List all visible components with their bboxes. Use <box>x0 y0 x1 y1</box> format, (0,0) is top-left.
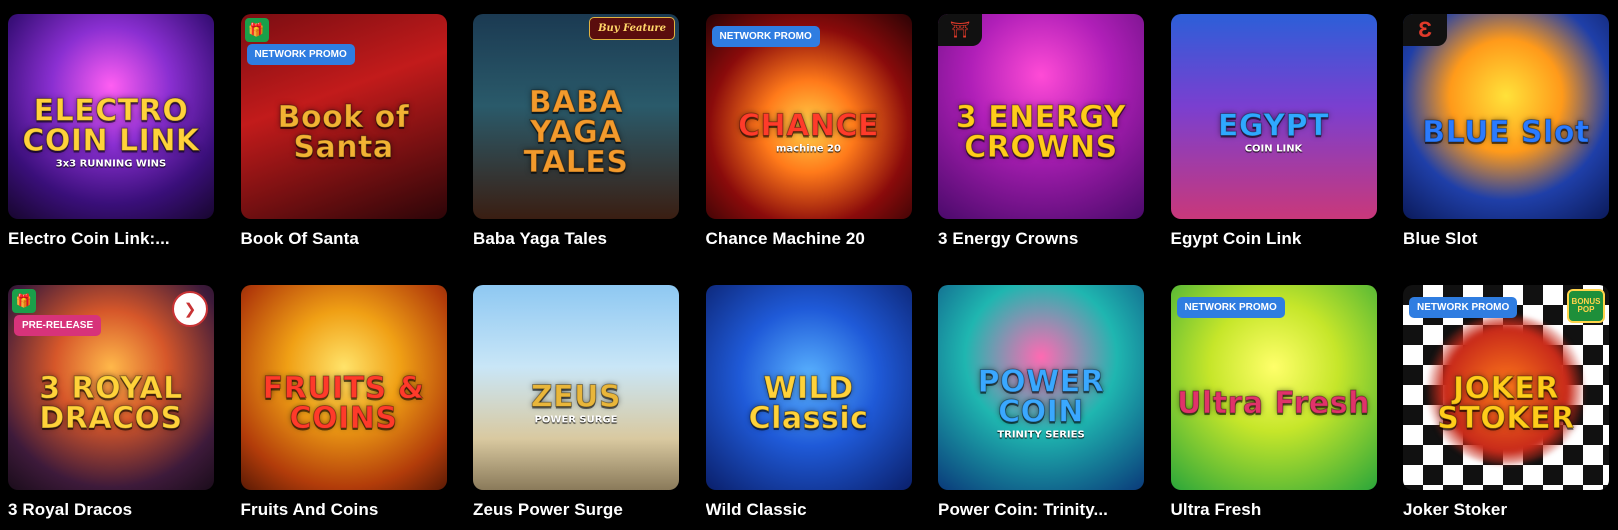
game-title[interactable]: Fruits And Coins <box>241 500 447 520</box>
game-logo: BABA YAGA TALES <box>473 84 679 180</box>
game-card[interactable]: JOKER STOKER NETWORK PROMO BONUS POP Joker … <box>1403 285 1609 520</box>
game-thumbnail[interactable]: 3 ENERGY CROWNS ⛩ <box>938 14 1144 219</box>
game-grid: ELECTRO COIN LINK 3x3 RUNNING WINS Electro… <box>8 14 1609 520</box>
game-logo-text: Book of Santa <box>277 99 410 165</box>
game-thumbnail[interactable]: BLUE Slot Ɛ <box>1403 14 1609 219</box>
game-card[interactable]: ELECTRO COIN LINK 3x3 RUNNING WINS Electro… <box>8 14 214 249</box>
bonus-pop-badge: BONUS POP <box>1567 289 1605 323</box>
game-logo: JOKER STOKER <box>1403 370 1609 436</box>
game-card[interactable]: ZEUS POWER SURGE Zeus Power Surge <box>473 285 679 520</box>
game-card[interactable]: Book of Santa NETWORK PROMO 🎁 Book Of Santa <box>240 14 447 249</box>
game-card[interactable]: CHANCE machine 20 NETWORK PROMO Chance Mach… <box>705 14 912 249</box>
game-logo: FRUITS & COINS <box>241 370 447 436</box>
game-thumbnail[interactable]: Ultra Fresh NETWORK PROMO <box>1170 285 1377 490</box>
game-title[interactable]: Book Of Santa <box>241 229 447 249</box>
game-logo-text: JOKER STOKER <box>1437 370 1575 436</box>
game-card[interactable]: Ultra Fresh NETWORK PROMO Ultra Fresh <box>1170 285 1377 520</box>
provider-arrow-icon: ❯ <box>172 291 208 327</box>
game-logo-text: POWER COIN <box>977 364 1105 430</box>
game-thumbnail[interactable]: JOKER STOKER NETWORK PROMO BONUS POP <box>1403 285 1609 490</box>
game-logo-text: Ultra Fresh <box>1177 385 1370 421</box>
network-promo-badge: NETWORK PROMO <box>246 44 355 65</box>
game-title[interactable]: 3 Energy Crowns <box>938 229 1144 249</box>
game-thumbnail[interactable]: 3 ROYAL DRACOS PRE-RELEASE 🎁 ❯ <box>8 285 214 490</box>
game-title[interactable]: Egypt Coin Link <box>1171 229 1377 249</box>
game-card[interactable]: WILD Classic Wild Classic <box>705 285 912 520</box>
game-logo-text: BABA YAGA TALES <box>523 84 629 180</box>
game-logo: POWER COIN TRINITY SERIES <box>938 364 1144 441</box>
game-title[interactable]: Blue Slot <box>1403 229 1609 249</box>
network-promo-badge: NETWORK PROMO <box>1176 297 1285 318</box>
game-title[interactable]: Ultra Fresh <box>1171 500 1377 520</box>
gift-icon: 🎁 <box>244 18 269 42</box>
game-card[interactable]: 3 ROYAL DRACOS PRE-RELEASE 🎁 ❯ 3 Royal Draco… <box>8 285 214 520</box>
game-logo: 3 ENERGY CROWNS <box>938 99 1144 165</box>
game-title[interactable]: Joker Stoker <box>1403 500 1609 520</box>
game-logo: ZEUS POWER SURGE <box>473 379 679 426</box>
game-thumbnail[interactable]: Book of Santa NETWORK PROMO 🎁 <box>240 14 447 219</box>
game-logo-text: BLUE Slot <box>1422 114 1590 150</box>
game-thumbnail[interactable]: ZEUS POWER SURGE <box>473 285 679 490</box>
game-logo-text: EGYPT <box>1217 108 1330 144</box>
game-logo: BLUE Slot <box>1403 114 1609 150</box>
gift-icon: 🎁 <box>12 289 36 313</box>
network-promo-badge: NETWORK PROMO <box>711 26 820 47</box>
game-title[interactable]: Zeus Power Surge <box>473 500 679 520</box>
game-logo-subtitle: machine 20 <box>776 143 841 155</box>
game-title[interactable]: 3 Royal Dracos <box>8 500 214 520</box>
game-card[interactable]: EGYPT COIN LINK Egypt Coin Link <box>1170 14 1377 249</box>
game-title[interactable]: Power Coin: Trinity... <box>938 500 1144 520</box>
game-logo-text: ZEUS <box>530 379 622 415</box>
game-thumbnail[interactable]: CHANCE machine 20 NETWORK PROMO <box>705 14 912 219</box>
game-logo-subtitle: COIN LINK <box>1244 143 1303 155</box>
game-logo: Book of Santa <box>241 99 447 165</box>
game-logo: Ultra Fresh <box>1171 385 1377 421</box>
game-thumbnail[interactable]: EGYPT COIN LINK <box>1170 14 1377 219</box>
game-logo-text: 3 ROYAL DRACOS <box>39 370 183 436</box>
game-logo: ELECTRO COIN LINK 3x3 RUNNING WINS <box>8 93 214 170</box>
game-card[interactable]: 3 ENERGY CROWNS ⛩ 3 Energy Crowns <box>938 14 1144 249</box>
game-logo: EGYPT COIN LINK <box>1171 108 1377 155</box>
game-logo-text: WILD Classic <box>748 370 869 436</box>
game-title[interactable]: Chance Machine 20 <box>706 229 912 249</box>
game-logo: WILD Classic <box>706 370 912 436</box>
game-thumbnail[interactable]: BABA YAGA TALES Buy Feature <box>473 14 679 219</box>
game-logo-text: FRUITS & COINS <box>262 370 425 436</box>
game-thumbnail[interactable]: POWER COIN TRINITY SERIES <box>938 285 1144 490</box>
game-thumbnail[interactable]: WILD Classic <box>705 285 912 490</box>
buy-feature-badge: Buy Feature <box>589 17 675 40</box>
game-card[interactable]: POWER COIN TRINITY SERIES Power Coin: Trin… <box>938 285 1144 520</box>
game-card[interactable]: FRUITS & COINS Fruits And Coins <box>240 285 447 520</box>
game-card[interactable]: BLUE Slot Ɛ Blue Slot <box>1403 14 1609 249</box>
game-title[interactable]: Electro Coin Link:... <box>8 229 214 249</box>
game-logo-subtitle: POWER SURGE <box>534 414 618 426</box>
game-thumbnail[interactable]: FRUITS & COINS <box>240 285 447 490</box>
game-title[interactable]: Wild Classic <box>706 500 912 520</box>
game-logo-subtitle: 3x3 RUNNING WINS <box>55 158 167 170</box>
provider-endorphina-icon: Ɛ <box>1403 14 1447 46</box>
game-title[interactable]: Baba Yaga Tales <box>473 229 679 249</box>
provider-pagoda-icon: ⛩ <box>938 14 982 46</box>
network-promo-badge: NETWORK PROMO <box>1409 297 1518 318</box>
pre-release-badge: PRE-RELEASE <box>14 315 102 336</box>
game-logo: 3 ROYAL DRACOS <box>8 370 214 436</box>
game-logo-subtitle: TRINITY SERIES <box>997 429 1085 441</box>
game-logo-text: CHANCE <box>738 108 879 144</box>
game-logo-text: 3 ENERGY CROWNS <box>955 99 1127 165</box>
game-card[interactable]: BABA YAGA TALES Buy Feature Baba Yaga Tale… <box>473 14 679 249</box>
game-logo: CHANCE machine 20 <box>706 108 912 155</box>
game-thumbnail[interactable]: ELECTRO COIN LINK 3x3 RUNNING WINS <box>8 14 214 219</box>
game-logo-text: ELECTRO COIN LINK <box>22 93 200 159</box>
